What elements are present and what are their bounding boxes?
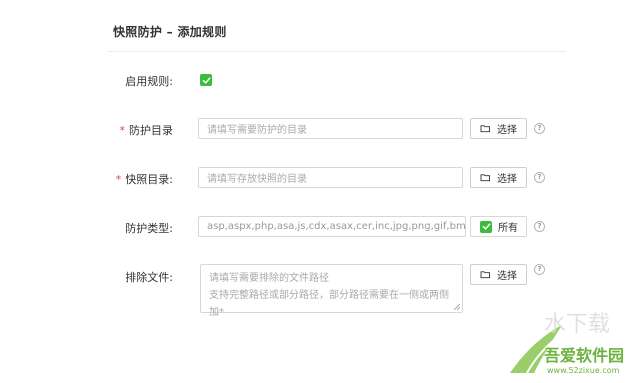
svg-text:水下载: 水下载 (544, 312, 610, 337)
exclude-files-textarea[interactable]: 请填写需要排除的文件路径 支持完整路径或部分路径，部分路径需要在一侧或两侧加* (200, 264, 463, 318)
snapshot-dir-select-button[interactable]: 选择 (470, 167, 527, 188)
exclude-files-placeholder-line1: 请填写需要排除的文件路径 (209, 273, 329, 284)
protect-type-label: 防护类型: (125, 222, 173, 235)
protect-dir-label: * 防护目录 (119, 124, 174, 137)
check-icon (482, 223, 490, 230)
exclude-files-label: 排除文件: (125, 271, 173, 284)
exclude-files-placeholder-line2: 支持完整路径或部分路径，部分路径需要在一侧或两侧加* (209, 290, 449, 318)
enable-rule-label: 启用规则: (125, 75, 173, 88)
exclude-files-select-button[interactable]: 选择 (470, 264, 527, 285)
page-title: 快照防护 – 添加规则 (113, 25, 227, 39)
protect-dir-placeholder: 请填写需要防护的目录 (207, 125, 307, 136)
snapshot-dir-input[interactable]: 请填写存放快照的目录 (198, 167, 463, 188)
all-types-label: 所有 (498, 223, 518, 234)
protect-dir-select-label: 选择 (497, 125, 517, 136)
exclude-files-help-icon[interactable]: ? (534, 264, 545, 275)
watermark-logo: 水下载 吾爱软件园 www.52zixue.com (510, 312, 624, 376)
watermark-url: www.52zixue.com (547, 366, 620, 375)
enable-rule-checkbox[interactable] (200, 74, 212, 86)
check-icon (202, 76, 210, 84)
protect-dir-input[interactable]: 请填写需要防护的目录 (198, 118, 463, 139)
snapshot-dir-help-icon[interactable]: ? (534, 172, 545, 183)
protect-type-value: asp,aspx,php,asa,js,cdx,asax,cer,inc,jpg… (207, 221, 466, 232)
title-divider (108, 51, 566, 52)
exclude-files-select-label: 选择 (497, 271, 517, 282)
snapshot-dir-placeholder: 请填写存放快照的目录 (207, 174, 307, 185)
protect-type-input[interactable]: asp,aspx,php,asa,js,cdx,asax,cer,inc,jpg… (198, 216, 466, 237)
add-rule-page: 快照防护 – 添加规则 启用规则: * 防护目录 请填写需要防护的目录 选择 ? … (0, 0, 640, 383)
folder-icon (480, 174, 490, 182)
all-types-checkbox[interactable] (480, 220, 492, 233)
resize-handle-icon[interactable] (454, 304, 460, 310)
protect-dir-help-icon[interactable]: ? (534, 123, 545, 134)
protect-type-help-icon[interactable]: ? (534, 221, 545, 232)
snapshot-dir-select-label: 选择 (497, 174, 517, 185)
protect-type-all-toggle[interactable]: 所有 (470, 216, 527, 237)
snapshot-dir-label: * 快照目录: (115, 173, 173, 186)
protect-dir-select-button[interactable]: 选择 (470, 118, 527, 139)
watermark-text: 吾爱软件园 (544, 346, 624, 365)
folder-icon (480, 125, 490, 133)
folder-icon (480, 271, 490, 279)
